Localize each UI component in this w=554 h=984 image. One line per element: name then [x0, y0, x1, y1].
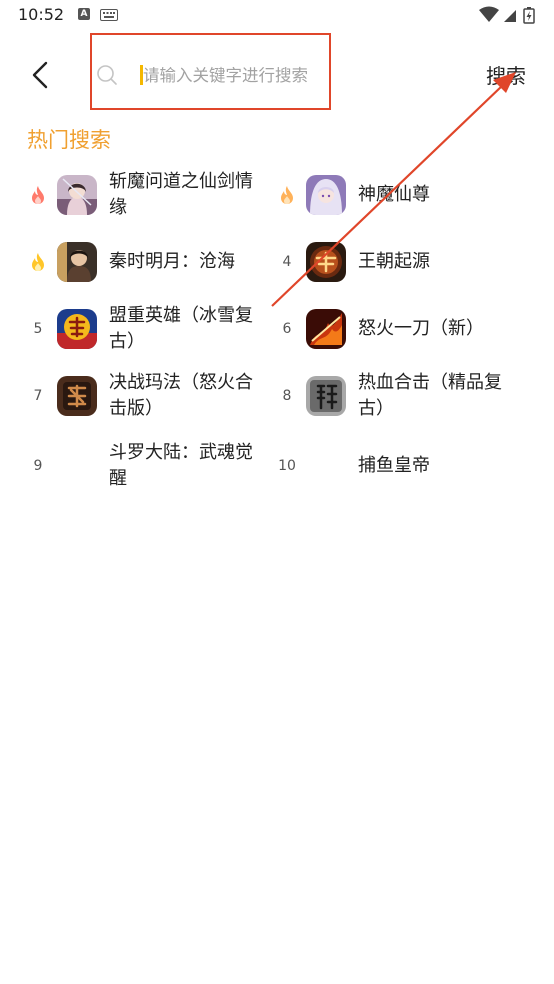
hot-item-name: 斗罗大陆：武魂觉醒	[109, 442, 253, 489]
swordswoman-thumbnail	[57, 175, 97, 215]
chevron-left-icon	[32, 61, 48, 89]
rank-number: 7	[33, 388, 43, 404]
rank-number: 9	[33, 458, 43, 474]
rank-badge	[276, 165, 298, 225]
hot-item-name: 王朝起源	[358, 251, 430, 272]
rank-number: 6	[282, 321, 292, 337]
rank-badge	[27, 232, 49, 292]
search-icon	[97, 65, 117, 85]
warrior-thumbnail	[57, 242, 97, 282]
hot-item-2[interactable]: 神魔仙尊	[276, 165, 524, 225]
hot-item-6[interactable]: 6 怒火一刀（新）	[276, 299, 524, 359]
fire-blade-thumbnail	[306, 309, 346, 349]
hot-search-title: 热门搜索	[27, 128, 111, 152]
hot-item-8[interactable]: 8 热血合击（精品复古）	[276, 366, 524, 426]
wifi-icon	[479, 6, 499, 22]
system-status-icons	[479, 6, 535, 24]
hot-item-10[interactable]: 10 捕鱼皇帝	[276, 436, 524, 496]
rank-number: 8	[282, 388, 292, 404]
rank-number: 4	[282, 254, 292, 270]
legend-logo-thumbnail	[57, 309, 97, 349]
hot-item-1[interactable]: 斩魔问道之仙剑情缘	[27, 165, 275, 225]
rank-number: 10	[278, 458, 296, 474]
keyboard-icon	[100, 9, 118, 21]
hot-item-name: 斩魔问道之仙剑情缘	[109, 171, 253, 218]
search-input[interactable]	[143, 58, 333, 92]
dynasty-logo-thumbnail	[306, 242, 346, 282]
hot-item-name: 决战玛法（怒火合击版）	[109, 372, 253, 419]
hot-item-4[interactable]: 4 王朝起源	[276, 232, 524, 292]
rank-number: 5	[33, 321, 43, 337]
hot-item-name: 盟重英雄（冰雪复古）	[109, 305, 253, 352]
hot-item-7[interactable]: 7 决战玛法（怒火合击版）	[27, 366, 275, 426]
hot-item-name: 神魔仙尊	[358, 184, 430, 205]
status-bar: 10:52 A	[0, 0, 554, 32]
hot-item-9[interactable]: 9 斗罗大陆：武魂觉醒	[27, 436, 275, 496]
signal-icon	[504, 10, 516, 22]
a-notification-icon: A	[78, 8, 90, 20]
hot-item-name: 秦时明月：沧海	[109, 251, 235, 272]
flame-red-icon	[32, 186, 44, 204]
white-hair-girl-thumbnail	[306, 175, 346, 215]
hot-item-name: 怒火一刀（新）	[358, 318, 484, 339]
back-button[interactable]	[22, 56, 58, 94]
hot-item-5[interactable]: 5 盟重英雄（冰雪复古）	[27, 299, 275, 359]
flame-yellow-icon	[32, 253, 44, 271]
search-button[interactable]: 搜索	[486, 60, 526, 89]
hot-item-name: 捕鱼皇帝	[358, 455, 430, 476]
battery-icon	[523, 7, 535, 24]
flame-orange-icon	[281, 186, 293, 204]
hot-item-name: 热血合击（精品复古）	[358, 372, 502, 419]
status-time: 10:52	[18, 5, 65, 24]
dragon-calligraphy-thumbnail	[57, 376, 97, 416]
rank-badge	[27, 165, 49, 225]
long-character-thumbnail	[306, 376, 346, 416]
hot-item-3[interactable]: 秦时明月：沧海	[27, 232, 275, 292]
